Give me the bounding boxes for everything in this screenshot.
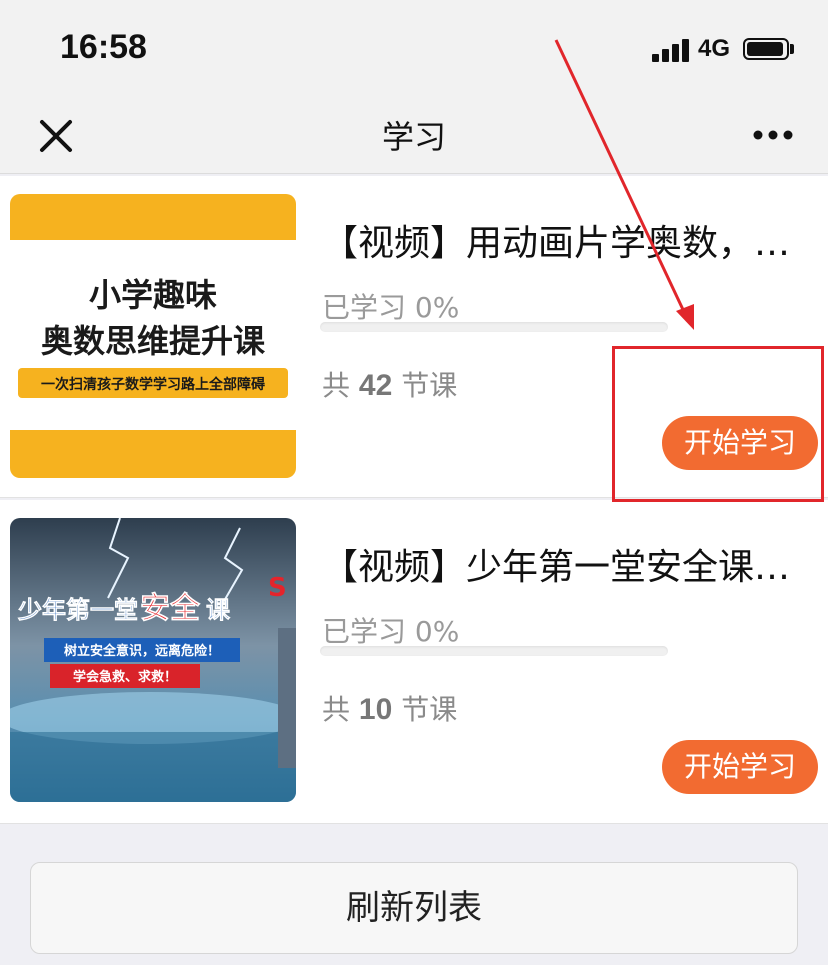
thumb-line-1: 小学趣味 [89,276,217,314]
status-bar: 16:58 4G [0,0,828,98]
course-thumbnail[interactable]: 小学趣味 奥数思维提升课 一次扫清孩子数学学习路上全部障碍 [10,194,296,478]
page-title: 学习 [381,118,446,156]
thumb-title-part3: 课 [206,596,231,624]
thumb-line-3: 学会急救、求救！ [73,669,177,685]
network-type: 4G [698,35,731,62]
thumb-line-2: 奥数思维提升课 [41,322,266,360]
thumb-line-2: 树立安全意识，远离危险！ [64,643,220,659]
status-time: 16:58 [60,28,147,66]
lesson-count: 共 42 节课 [322,364,457,404]
battery-tip [790,44,794,54]
thumb-line-3: 一次扫清孩子数学学习路上全部障碍 [41,376,265,393]
more-icon[interactable] [748,122,798,148]
thumb-corner: S [268,573,287,603]
lesson-count: 共 10 节课 [322,688,457,728]
course-thumbnail[interactable]: 少年第一堂 安全 课 S 树立安全意识，远离危险！ 学会急救、求救！ [10,518,296,802]
lesson-number: 42 [358,369,393,402]
signal-bars-icon [652,38,692,62]
lesson-prefix: 共 [322,693,351,726]
annotation-highlight-box [612,346,824,502]
progress-bar [320,322,668,332]
course-item[interactable]: 少年第一堂 安全 课 S 树立安全意识，远离危险！ 学会急救、求救！ 【视频】少… [0,500,828,824]
nav-bar: 学习 [0,98,828,174]
progress-label: 已学习 0% [322,615,460,648]
thumb-title-part1: 少年第一堂 [17,596,138,624]
progress-bar [320,646,668,656]
lesson-suffix: 节课 [401,369,458,402]
battery-icon [743,38,789,60]
thumb-title-part2: 安全 [140,591,201,626]
refresh-list-button[interactable]: 刷新列表 [30,862,798,954]
progress-label: 已学习 0% [322,291,460,324]
lesson-number: 10 [358,693,393,726]
course-title[interactable]: 【视频】用动画片学奥数，学习数学思维 [322,214,816,266]
lesson-prefix: 共 [322,369,351,402]
start-learning-button[interactable]: 开始学习 [662,740,818,794]
lesson-suffix: 节课 [401,693,458,726]
course-title[interactable]: 【视频】少年第一堂安全课：树立安全意识 [322,538,816,590]
